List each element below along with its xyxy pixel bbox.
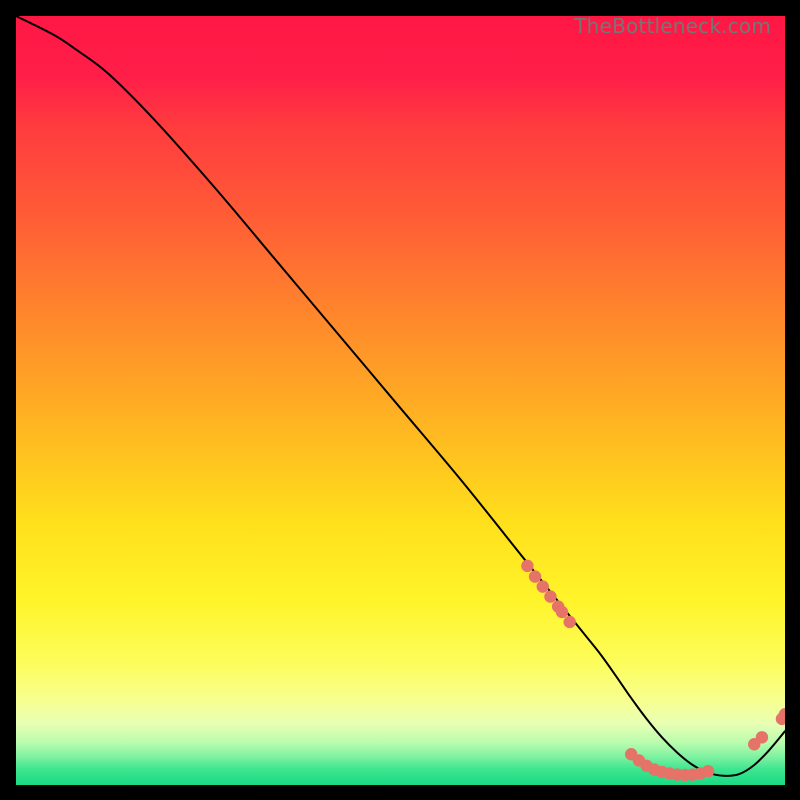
data-point	[779, 708, 785, 720]
data-point	[748, 738, 760, 750]
data-point	[529, 570, 541, 582]
data-point	[687, 768, 699, 780]
data-point	[552, 600, 564, 612]
data-point	[625, 748, 637, 760]
data-point	[648, 763, 660, 775]
data-point	[521, 560, 533, 572]
data-point	[671, 768, 683, 780]
chart-svg	[16, 16, 785, 785]
data-point	[756, 731, 768, 743]
data-point	[640, 760, 652, 772]
curve-line	[16, 16, 785, 776]
data-point	[544, 590, 556, 602]
data-point	[663, 767, 675, 779]
data-point	[537, 580, 549, 592]
data-point	[679, 769, 691, 781]
data-point	[776, 713, 785, 725]
plot-area: TheBottleneck.com	[16, 16, 785, 785]
data-point	[702, 765, 714, 777]
data-point	[556, 606, 568, 618]
data-point	[563, 616, 575, 628]
attribution-text: TheBottleneck.com	[574, 14, 771, 38]
data-point	[633, 754, 645, 766]
data-point	[656, 766, 668, 778]
chart-frame: TheBottleneck.com	[0, 0, 800, 800]
data-point	[694, 767, 706, 779]
marker-layer	[521, 560, 785, 782]
